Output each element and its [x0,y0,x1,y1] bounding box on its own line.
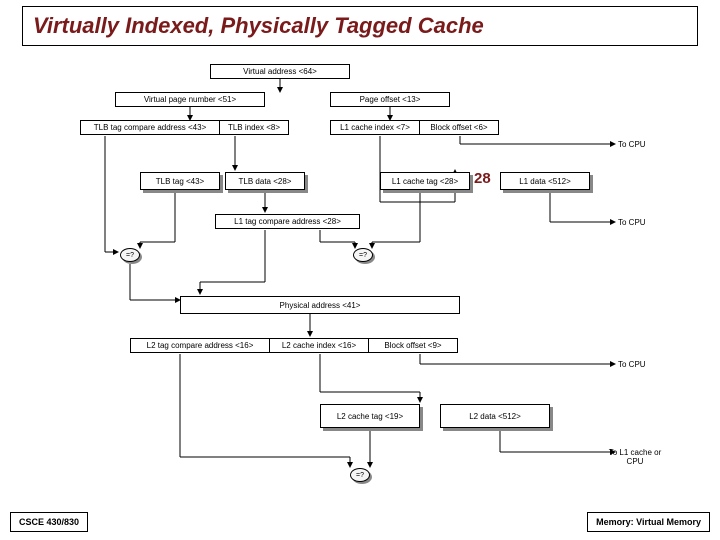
l2-data-box: L2 data <512> [440,404,550,428]
virtual-address-box: Virtual address <64> [210,64,350,79]
l2-cache-tag-box: L2 cache tag <19> [320,404,420,428]
l1-data-box: L1 data <512> [500,172,590,190]
to-l1-or-cpu: To L1 cache or CPU [600,448,670,466]
block-offset-l1-box: Block offset <6> [419,120,499,135]
l1-cache-index-box: L1 cache index <7> [330,120,420,135]
tlb-data-box: TLB data <28> [225,172,305,190]
physical-address-box: Physical address <41> [180,296,460,314]
tlb-index-box: TLB index <8> [219,120,289,135]
to-cpu-1: To CPU [618,140,646,149]
to-cpu-3: To CPU [618,360,646,369]
annotation-28: 28 [474,170,491,187]
diagram-area: Virtual address <64> Virtual page number… [60,52,660,500]
comparator-tlb: =? [120,248,140,262]
title-box: Virtually Indexed, Physically Tagged Cac… [22,6,698,46]
l1-cache-tag-box: L1 cache tag <28> [380,172,470,190]
comparator-l1: =? [353,248,373,262]
l2-cache-index-box: L2 cache index <16> [269,338,369,353]
l1-tag-compare-box: L1 tag compare address <28> [215,214,360,229]
footer-course: CSCE 430/830 [10,512,88,532]
page-title: Virtually Indexed, Physically Tagged Cac… [33,13,687,39]
l2-tag-compare-box: L2 tag compare address <16> [130,338,270,353]
footer-topic: Memory: Virtual Memory [587,512,710,532]
tlb-tag-box: TLB tag <43> [140,172,220,190]
to-cpu-2: To CPU [618,218,646,227]
page-offset-box: Page offset <13> [330,92,450,107]
comparator-l2: =? [350,468,370,482]
tlb-tag-compare-box: TLB tag compare address <43> [80,120,220,135]
vpn-box: Virtual page number <51> [115,92,265,107]
block-offset-l2-box: Block offset <9> [368,338,458,353]
